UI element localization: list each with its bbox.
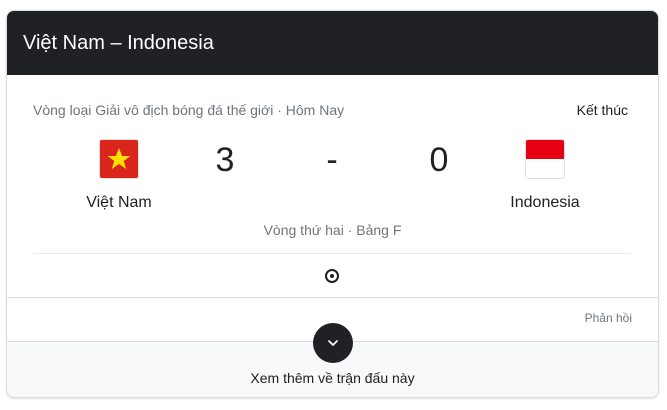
more-about-match-label[interactable]: Xem thêm về trận đấu này [7, 370, 658, 386]
indonesia-flag-icon[interactable] [525, 139, 565, 179]
match-title: Việt Nam – Indonesia [23, 32, 214, 54]
card-header: Việt Nam – Indonesia [7, 11, 658, 75]
round-label: Vòng thứ hai · Bảng F [263, 222, 402, 238]
home-team-name[interactable]: Việt Nam [49, 194, 189, 212]
competition-label[interactable]: Vòng loại Giải vô địch bóng đá thế giới … [33, 102, 344, 118]
away-score: 0 [429, 141, 449, 179]
pagination-dot-icon[interactable] [325, 269, 339, 283]
star-icon [107, 148, 131, 169]
home-score: 3 [215, 141, 235, 179]
divider [7, 297, 658, 298]
score-separator: - [326, 141, 338, 179]
chevron-down-icon [328, 340, 338, 346]
flag-red-stripe [526, 140, 564, 159]
match-card: Việt Nam – Indonesia Vòng loại Giải vô đ… [6, 10, 659, 398]
expand-button[interactable] [313, 323, 353, 363]
match-status: Kết thúc [576, 102, 628, 118]
divider [33, 253, 631, 254]
away-team-name[interactable]: Indonesia [475, 194, 615, 212]
feedback-link[interactable]: Phản hồi [585, 311, 632, 325]
vietnam-flag-icon[interactable] [99, 139, 139, 179]
